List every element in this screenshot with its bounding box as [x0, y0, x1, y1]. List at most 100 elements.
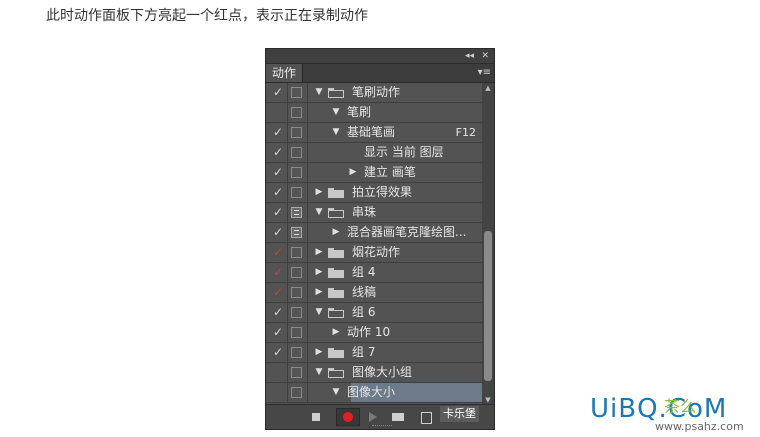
- toggle-item-checkmark-icon[interactable]: ✓: [270, 143, 286, 162]
- dialog-toggle-icon[interactable]: [291, 87, 302, 98]
- collapsed-triangle-icon[interactable]: ▶: [314, 263, 324, 282]
- expanded-triangle-icon[interactable]: ▼: [314, 303, 324, 322]
- stop-icon[interactable]: [308, 409, 324, 425]
- scroll-thumb[interactable]: [484, 231, 492, 381]
- column-divider: [287, 283, 288, 302]
- collapse-icon[interactable]: ◂◂: [465, 50, 474, 62]
- tab-actions[interactable]: 动作: [266, 64, 303, 82]
- new-action-icon[interactable]: [418, 409, 434, 425]
- dialog-toggle-icon[interactable]: [291, 307, 302, 318]
- collapsed-triangle-icon[interactable]: [348, 143, 358, 162]
- toggle-item-checkmark-icon[interactable]: ✓: [270, 203, 286, 222]
- scrollbar[interactable]: ▲ ▼: [482, 83, 494, 405]
- action-row[interactable]: ▼ 图像大小: [266, 383, 482, 403]
- action-row[interactable]: ✓ 显示 当前 图层: [266, 143, 482, 163]
- action-label: 显示 当前 图层: [364, 145, 444, 159]
- collapsed-triangle-icon[interactable]: ▶: [331, 323, 341, 342]
- column-divider: [307, 103, 308, 122]
- toggle-item-checkmark-icon[interactable]: ✓: [270, 343, 286, 362]
- column-divider: [287, 203, 288, 222]
- action-row[interactable]: ✓ ▶ 建立 画笔: [266, 163, 482, 183]
- action-label: 建立 画笔: [364, 165, 416, 179]
- actions-panel: ◂◂ ✕ 动作 ▾≡ ✓ ▼ 笔刷动作 ▼ 笔刷 ✓ ▼ 基础笔画 F12 ✓ 显示 当前 图层 ✓ ▶…: [265, 48, 495, 430]
- collapsed-triangle-icon[interactable]: ▶: [314, 183, 324, 202]
- dialog-toggle-icon[interactable]: [291, 387, 302, 398]
- dialog-toggle-icon[interactable]: [291, 127, 302, 138]
- action-row[interactable]: ✓ ▶ 组 4: [266, 263, 482, 283]
- action-row[interactable]: ✓ ▼ 组 6: [266, 303, 482, 323]
- dialog-toggle-icon[interactable]: [291, 267, 302, 278]
- action-row[interactable]: ✓ ▶ 线稿: [266, 283, 482, 303]
- toggle-item-checkmark-icon[interactable]: [270, 103, 286, 122]
- dialog-toggle-icon[interactable]: [291, 327, 302, 338]
- column-divider: [307, 163, 308, 182]
- play-icon[interactable]: [364, 409, 380, 425]
- folder-icon: [328, 88, 344, 98]
- dialog-toggle-icon[interactable]: [291, 167, 302, 178]
- panel-tab-row: 动作 ▾≡: [266, 64, 494, 83]
- folder-icon: [328, 288, 344, 298]
- collapsed-triangle-icon[interactable]: ▶: [314, 243, 324, 262]
- column-divider: [287, 263, 288, 282]
- new-set-folder-icon[interactable]: [390, 409, 406, 425]
- toggle-item-checkmark-icon[interactable]: ✓: [270, 323, 286, 342]
- panel-menu-icon[interactable]: ▾≡: [478, 67, 491, 79]
- action-label: 线稿: [352, 285, 377, 299]
- column-divider: [307, 203, 308, 222]
- close-icon[interactable]: ✕: [481, 50, 489, 62]
- action-row[interactable]: ▼ 图像大小组: [266, 363, 482, 383]
- toggle-item-checkmark-icon[interactable]: ✓: [270, 183, 286, 202]
- toggle-item-checkmark-icon[interactable]: ✓: [270, 283, 286, 302]
- expanded-triangle-icon[interactable]: ▼: [331, 123, 341, 142]
- action-row[interactable]: ✓ ▼ 笔刷动作: [266, 83, 482, 103]
- action-label: 烟花动作: [352, 245, 401, 259]
- toggle-item-checkmark-icon[interactable]: ✓: [270, 243, 286, 262]
- dialog-toggle-icon[interactable]: [291, 227, 302, 238]
- action-row[interactable]: ✓ ▶ 动作 10: [266, 323, 482, 343]
- column-divider: [307, 83, 308, 102]
- dialog-toggle-icon[interactable]: [291, 367, 302, 378]
- toggle-item-checkmark-icon[interactable]: ✓: [270, 263, 286, 282]
- action-label: 基础笔画: [347, 125, 396, 139]
- action-label: 混合器画笔克隆绘图...: [347, 225, 467, 239]
- dialog-toggle-icon[interactable]: [291, 287, 302, 298]
- action-row[interactable]: ✓ ▼ 基础笔画 F12: [266, 123, 482, 143]
- record-icon[interactable]: [336, 408, 360, 426]
- toggle-item-checkmark-icon[interactable]: ✓: [270, 83, 286, 102]
- collapsed-triangle-icon[interactable]: ▶: [314, 343, 324, 362]
- action-label: 拍立得效果: [352, 185, 413, 199]
- expanded-triangle-icon[interactable]: ▼: [331, 103, 341, 122]
- action-row[interactable]: ✓ ▶ 混合器画笔克隆绘图...: [266, 223, 482, 243]
- toggle-item-checkmark-icon[interactable]: [270, 363, 286, 382]
- toggle-item-checkmark-icon[interactable]: ✓: [270, 163, 286, 182]
- collapsed-triangle-icon[interactable]: ▶: [314, 283, 324, 302]
- dialog-toggle-icon[interactable]: [291, 347, 302, 358]
- scroll-up-icon[interactable]: ▲: [482, 83, 494, 93]
- expanded-triangle-icon[interactable]: ▼: [331, 383, 341, 402]
- collapsed-triangle-icon[interactable]: ▶: [331, 223, 341, 242]
- action-row[interactable]: ✓ ▼ 串珠: [266, 203, 482, 223]
- dialog-toggle-icon[interactable]: [291, 207, 302, 218]
- column-divider: [307, 383, 308, 402]
- expanded-triangle-icon[interactable]: ▼: [314, 363, 324, 382]
- expanded-triangle-icon[interactable]: ▼: [314, 203, 324, 222]
- toggle-item-checkmark-icon[interactable]: ✓: [270, 123, 286, 142]
- column-divider: [307, 223, 308, 242]
- toggle-item-checkmark-icon[interactable]: [270, 383, 286, 402]
- action-label: 组 7: [352, 345, 376, 359]
- action-row[interactable]: ✓ ▶ 拍立得效果: [266, 183, 482, 203]
- toggle-item-checkmark-icon[interactable]: ✓: [270, 223, 286, 242]
- column-divider: [307, 243, 308, 262]
- action-row[interactable]: ▼ 笔刷: [266, 103, 482, 123]
- toggle-item-checkmark-icon[interactable]: ✓: [270, 303, 286, 322]
- column-divider: [287, 243, 288, 262]
- dialog-toggle-icon[interactable]: [291, 247, 302, 258]
- action-row[interactable]: ✓ ▶ 烟花动作: [266, 243, 482, 263]
- collapsed-triangle-icon[interactable]: ▶: [348, 163, 358, 182]
- action-row[interactable]: ✓ ▶ 组 7: [266, 343, 482, 363]
- resize-grip[interactable]: [372, 425, 392, 429]
- dialog-toggle-icon[interactable]: [291, 107, 302, 118]
- dialog-toggle-icon[interactable]: [291, 187, 302, 198]
- dialog-toggle-icon[interactable]: [291, 147, 302, 158]
- expanded-triangle-icon[interactable]: ▼: [314, 83, 324, 102]
